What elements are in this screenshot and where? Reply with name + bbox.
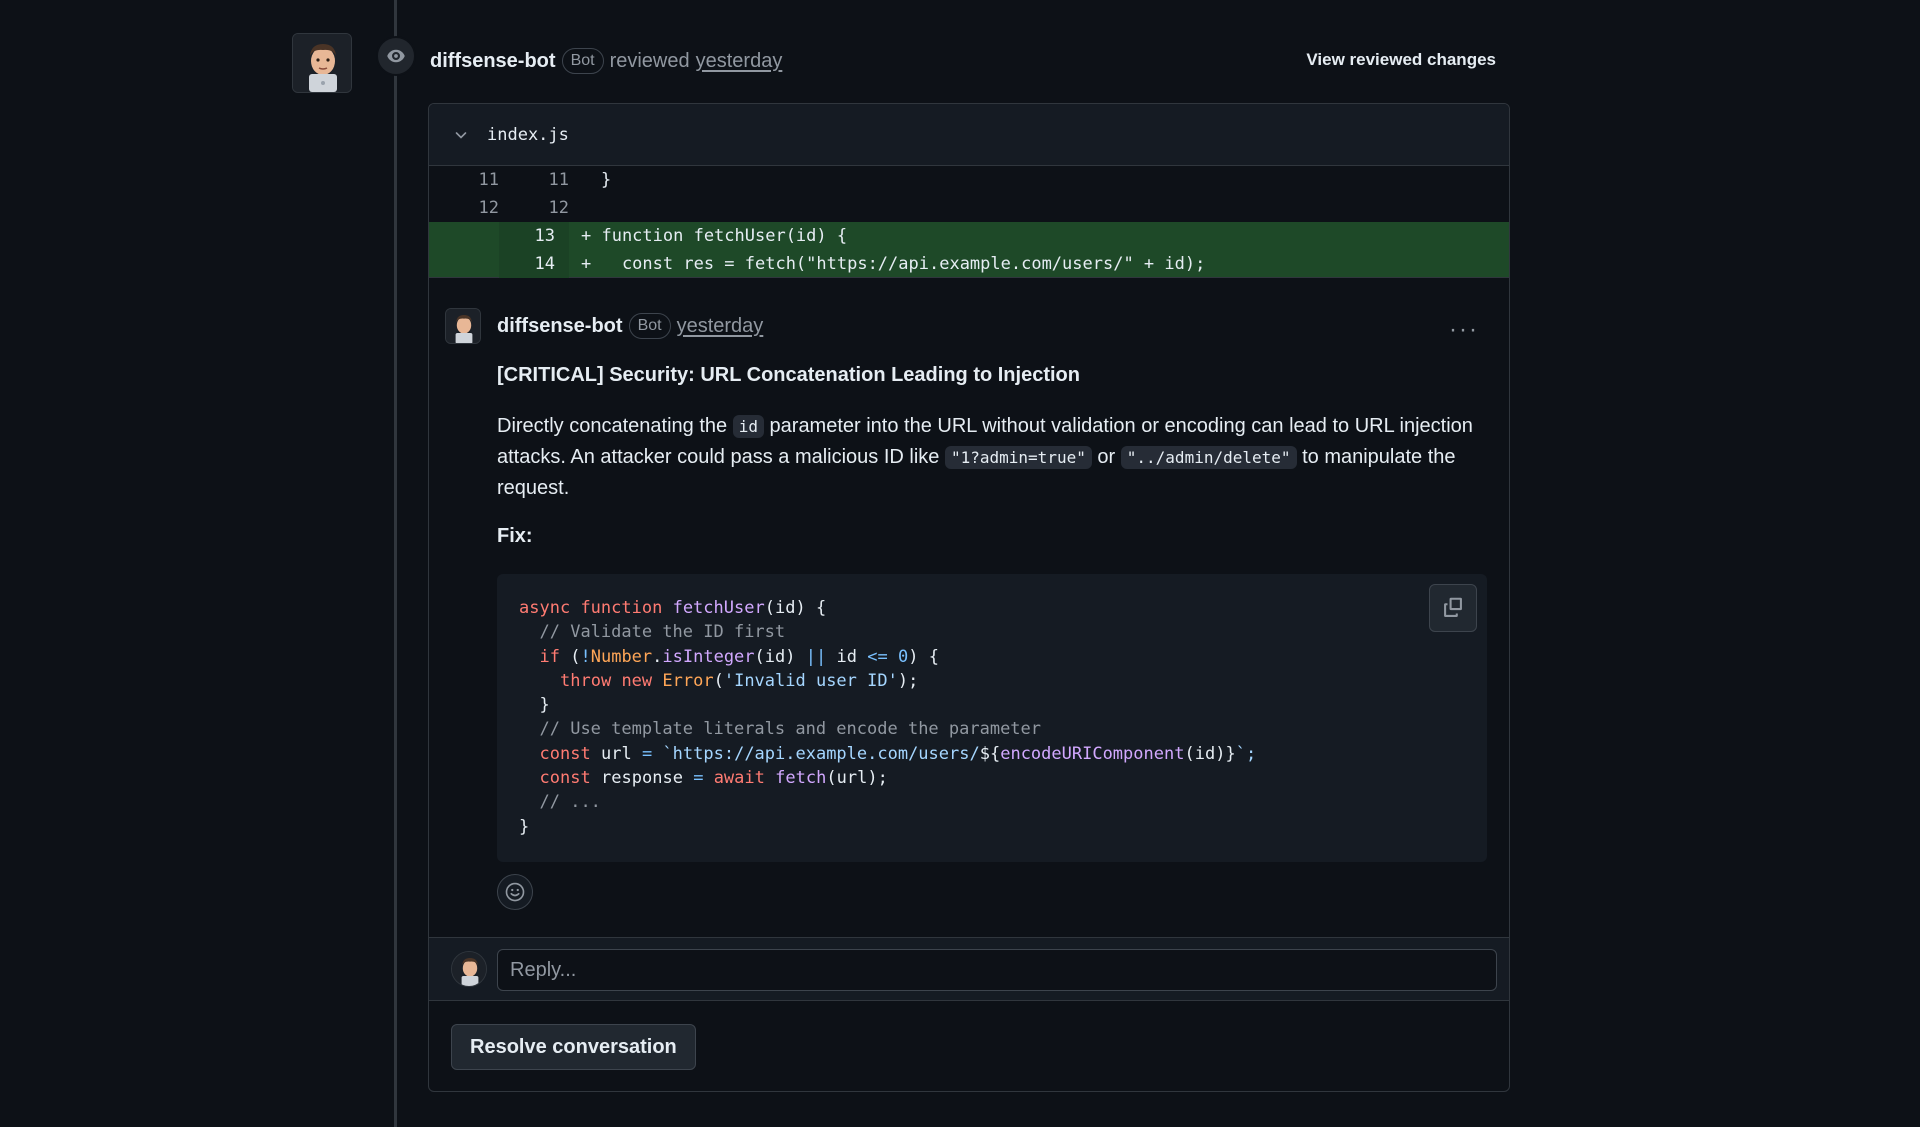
avatar (451, 951, 487, 987)
diff-code: + const res = fetch("https://api.example… (581, 253, 1206, 274)
comment-header: diffsense-bot Bot yesterday (445, 308, 763, 344)
paragraph-text: or (1097, 446, 1116, 468)
eye-icon (387, 49, 405, 63)
more-options-icon[interactable]: ··· (1449, 316, 1479, 344)
reply-input[interactable] (497, 949, 1497, 991)
new-line-number[interactable]: 13 (499, 222, 569, 250)
resolve-conversation-button[interactable]: Resolve conversation (451, 1024, 696, 1070)
paragraph-text: Directly concatenating the (497, 415, 728, 437)
fix-label: Fix: (497, 525, 533, 547)
old-line-number[interactable]: 11 (429, 170, 499, 190)
timeline-line (394, 0, 397, 1127)
diff-code: + function fetchUser(id) { (581, 226, 848, 246)
code-line: // Validate the ID first (539, 622, 786, 643)
bot-badge: Bot (628, 313, 671, 339)
diff-code: } (601, 170, 612, 190)
review-thread: index.js 11 11 } 12 12 13 + function fet… (428, 103, 1510, 1092)
code-line: if (!Number.isInteger(id) || id <= 0) { (539, 646, 940, 667)
copy-icon (1444, 597, 1462, 617)
eye-badge (376, 36, 416, 76)
diff-row: 11 11 } (429, 166, 1509, 194)
smiley-icon (505, 882, 525, 902)
review-author[interactable]: diffsense-bot (430, 50, 556, 73)
old-line-number[interactable]: 12 (429, 198, 499, 218)
code-line: // ... (539, 792, 601, 813)
avatar-memoji-icon (452, 952, 486, 986)
bot-badge: Bot (561, 48, 604, 74)
review-time-link[interactable]: yesterday (696, 50, 783, 73)
inline-code: "1?admin=true" (944, 446, 1092, 469)
code-line: // Use template literals and encode the … (539, 719, 1042, 740)
file-name[interactable]: index.js (487, 125, 569, 145)
inline-code: id (732, 415, 764, 438)
inline-code: "../admin/delete" (1120, 446, 1297, 469)
code-line: throw new Error('Invalid user ID'); (560, 670, 919, 691)
code-line: } (519, 816, 530, 837)
comment-title: [CRITICAL] Security: URL Concatenation L… (497, 364, 1080, 386)
review-action: reviewed (609, 49, 690, 72)
avatar[interactable] (292, 33, 352, 93)
avatar[interactable] (445, 308, 481, 344)
diff-row: 12 12 (429, 194, 1509, 222)
new-line-number[interactable]: 11 (499, 170, 569, 190)
view-reviewed-changes-link[interactable]: View reviewed changes (1306, 50, 1496, 70)
new-line-number[interactable]: 12 (499, 198, 569, 218)
copy-button[interactable] (1429, 584, 1477, 632)
comment-body: [CRITICAL] Security: URL Concatenation L… (497, 364, 1487, 910)
comment-time-link[interactable]: yesterday (677, 315, 764, 338)
code-block: async function fetchUser(id) { // Valida… (497, 574, 1487, 862)
reply-bar (429, 937, 1509, 1001)
file-header[interactable]: index.js (429, 104, 1509, 166)
chevron-down-icon[interactable] (453, 127, 469, 143)
comment-author[interactable]: diffsense-bot (497, 315, 623, 338)
avatar-memoji-icon (293, 34, 351, 92)
diff-row-added: 14 + const res = fetch("https://api.exam… (429, 249, 1509, 278)
code-line: } (539, 695, 550, 716)
diff-row-added: 13 + function fetchUser(id) { (429, 222, 1509, 250)
code-lines: async function fetchUser(id) { // Valida… (519, 596, 1465, 839)
new-line-number[interactable]: 14 (499, 249, 569, 278)
comment-paragraph: Directly concatenating the id parameter … (497, 411, 1487, 503)
avatar-memoji-icon (446, 309, 480, 343)
code-line: async function fetchUser(id) { (519, 598, 827, 618)
add-reaction-button[interactable] (497, 874, 533, 910)
code-line: const response = await fetch(url); (539, 768, 888, 789)
diff-table: 11 11 } 12 12 13 + function fetchUser(id… (429, 166, 1509, 278)
code-line: const url = `https://api.example.com/use… (539, 743, 1257, 764)
review-header: diffsense-bot Bot reviewed yesterday (430, 46, 782, 76)
